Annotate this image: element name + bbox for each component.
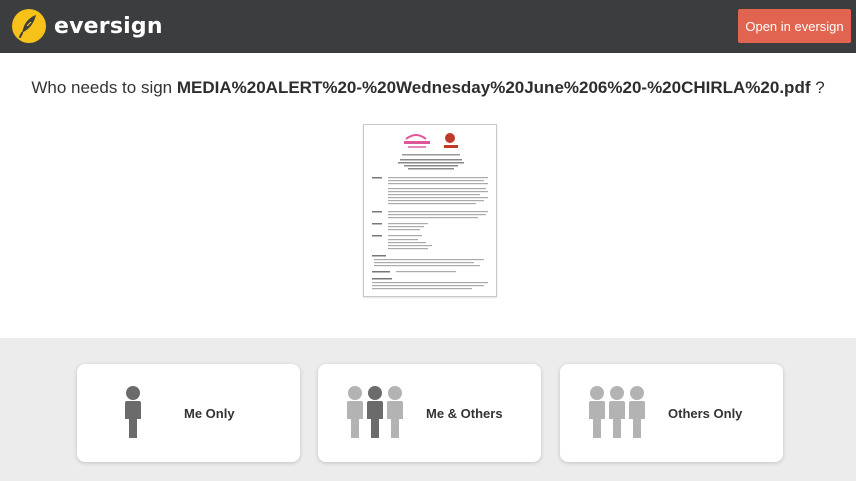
person-icon bbox=[125, 386, 141, 438]
quill-icon bbox=[12, 9, 46, 43]
others-only-option[interactable]: Others Only bbox=[560, 364, 783, 462]
others-only-label: Others Only bbox=[668, 405, 743, 421]
group-icon bbox=[589, 386, 645, 438]
document-preview bbox=[363, 124, 497, 297]
brand-name: eversign bbox=[54, 13, 163, 39]
eversign-logo[interactable]: eversign bbox=[12, 8, 163, 44]
me-and-others-label: Me & Others bbox=[426, 405, 503, 421]
me-only-label: Me Only bbox=[184, 405, 235, 421]
me-only-option[interactable]: Me Only bbox=[77, 364, 300, 462]
document-filename: MEDIA%20ALERT%20-%20Wednesday%20June%206… bbox=[176, 78, 811, 97]
open-in-eversign-button[interactable]: Open in eversign bbox=[738, 9, 851, 43]
top-bar: eversign Open in eversign bbox=[0, 0, 856, 53]
page-heading: Who needs to sign MEDIA%20ALERT%20-%20We… bbox=[0, 78, 856, 98]
heading-prefix: Who needs to sign bbox=[31, 78, 177, 97]
group-with-me-icon bbox=[347, 386, 403, 438]
heading-suffix: ? bbox=[810, 78, 825, 97]
me-and-others-option[interactable]: Me & Others bbox=[318, 364, 541, 462]
document-page-thumbnail bbox=[372, 133, 488, 290]
